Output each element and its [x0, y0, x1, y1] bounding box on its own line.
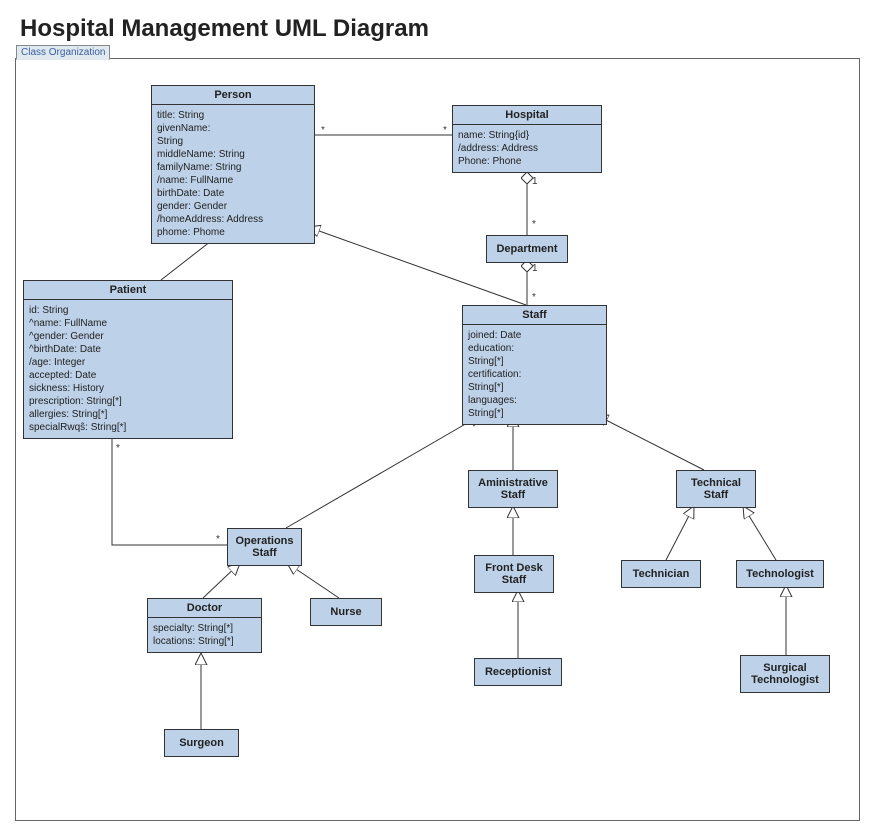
class-staff: Staff joined: Date education: String[*] … — [462, 305, 607, 425]
class-name: Hospital — [453, 106, 601, 125]
class-front-desk-staff: Front Desk Staff — [474, 555, 554, 593]
svg-text:1: 1 — [532, 176, 538, 187]
class-surgical-technologist: Surgical Technologist — [740, 655, 830, 693]
class-name: Receptionist — [475, 663, 561, 681]
class-body: name: String{id} /address: Address Phone… — [453, 125, 601, 172]
svg-text:*: * — [321, 125, 325, 136]
class-body: title: String givenName: String middleNa… — [152, 105, 314, 243]
class-technician: Technician — [621, 560, 701, 588]
class-name: Aministrative Staff — [469, 474, 557, 504]
class-receptionist: Receptionist — [474, 658, 562, 686]
class-name: Front Desk Staff — [475, 559, 553, 589]
svg-text:*: * — [216, 534, 220, 545]
class-nurse: Nurse — [310, 598, 382, 626]
class-body: id: String ^name: FullName ^gender: Gend… — [24, 300, 232, 438]
svg-text:*: * — [532, 292, 536, 303]
class-doctor: Doctor specialty: String[*] locations: S… — [147, 598, 262, 653]
class-surgeon: Surgeon — [164, 729, 239, 757]
class-patient: Patient id: String ^name: FullName ^gend… — [23, 280, 233, 439]
class-body: specialty: String[*] locations: String[*… — [148, 618, 261, 652]
class-name: Operations Staff — [228, 532, 301, 562]
class-name: Technician — [622, 565, 700, 583]
class-operations-staff: Operations Staff — [227, 528, 302, 566]
class-technical-staff: Technical Staff — [676, 470, 756, 508]
class-department: Department — [486, 235, 568, 263]
class-name: Surgical Technologist — [741, 659, 829, 689]
tab-class-organization: Class Organization — [16, 45, 110, 60]
class-name: Staff — [463, 306, 606, 325]
class-name: Technical Staff — [677, 474, 755, 504]
class-body: joined: Date education: String[*] certif… — [463, 325, 606, 424]
class-name: Person — [152, 86, 314, 105]
class-name: Surgeon — [165, 734, 238, 752]
svg-text:*: * — [443, 125, 447, 136]
class-administrative-staff: Aministrative Staff — [468, 470, 558, 508]
class-hospital: Hospital name: String{id} /address: Addr… — [452, 105, 602, 173]
class-person: Person title: String givenName: String m… — [151, 85, 315, 244]
class-technologist: Technologist — [736, 560, 824, 588]
connectors: * * 1 * 1 * * * — [16, 60, 859, 820]
class-name: Nurse — [311, 603, 381, 621]
svg-text:1: 1 — [532, 263, 538, 274]
class-name: Department — [487, 240, 567, 258]
class-name: Technologist — [737, 565, 823, 583]
diagram-canvas: * * 1 * 1 * * * — [16, 60, 859, 820]
diagram-frame: Class Organization * * 1 * 1 * — [15, 58, 860, 821]
class-name: Doctor — [148, 599, 261, 618]
svg-text:*: * — [532, 219, 536, 230]
svg-text:*: * — [116, 443, 120, 454]
page-title: Hospital Management UML Diagram — [0, 0, 875, 53]
class-name: Patient — [24, 281, 232, 300]
